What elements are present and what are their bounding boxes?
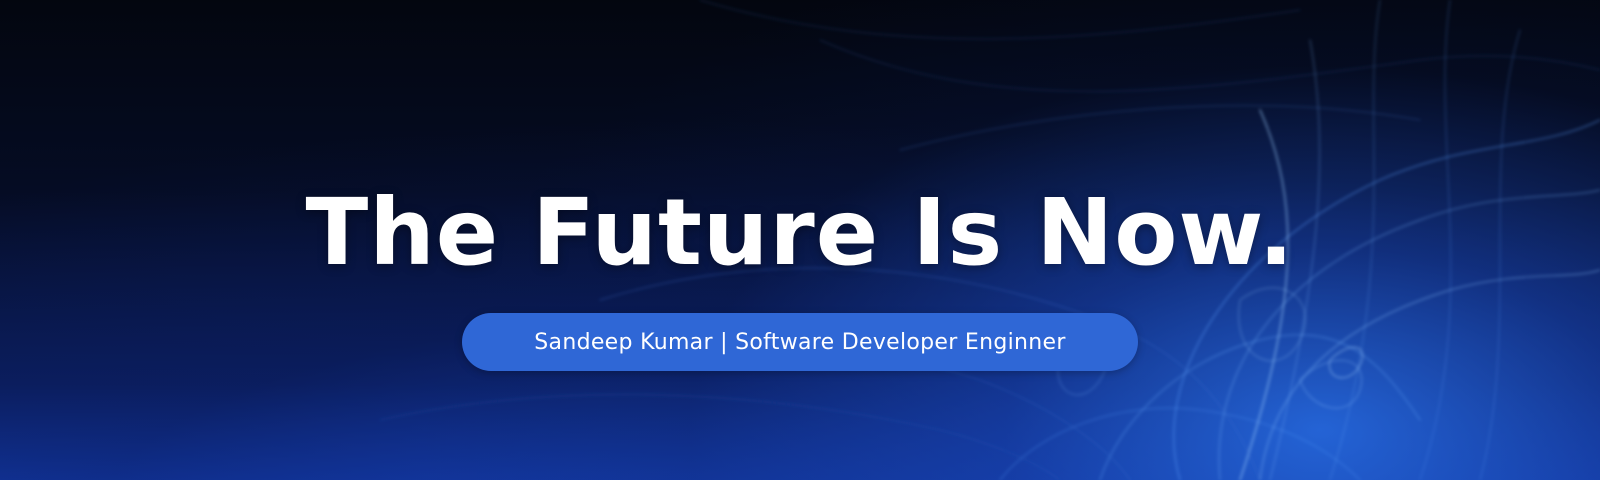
- subtitle-pill: Sandeep Kumar | Software Developer Engin…: [462, 313, 1138, 371]
- subtitle-text: Sandeep Kumar | Software Developer Engin…: [534, 329, 1066, 355]
- hero-banner: The Future Is Now. Sandeep Kumar | Softw…: [0, 0, 1600, 480]
- headline: The Future Is Now.: [305, 179, 1295, 286]
